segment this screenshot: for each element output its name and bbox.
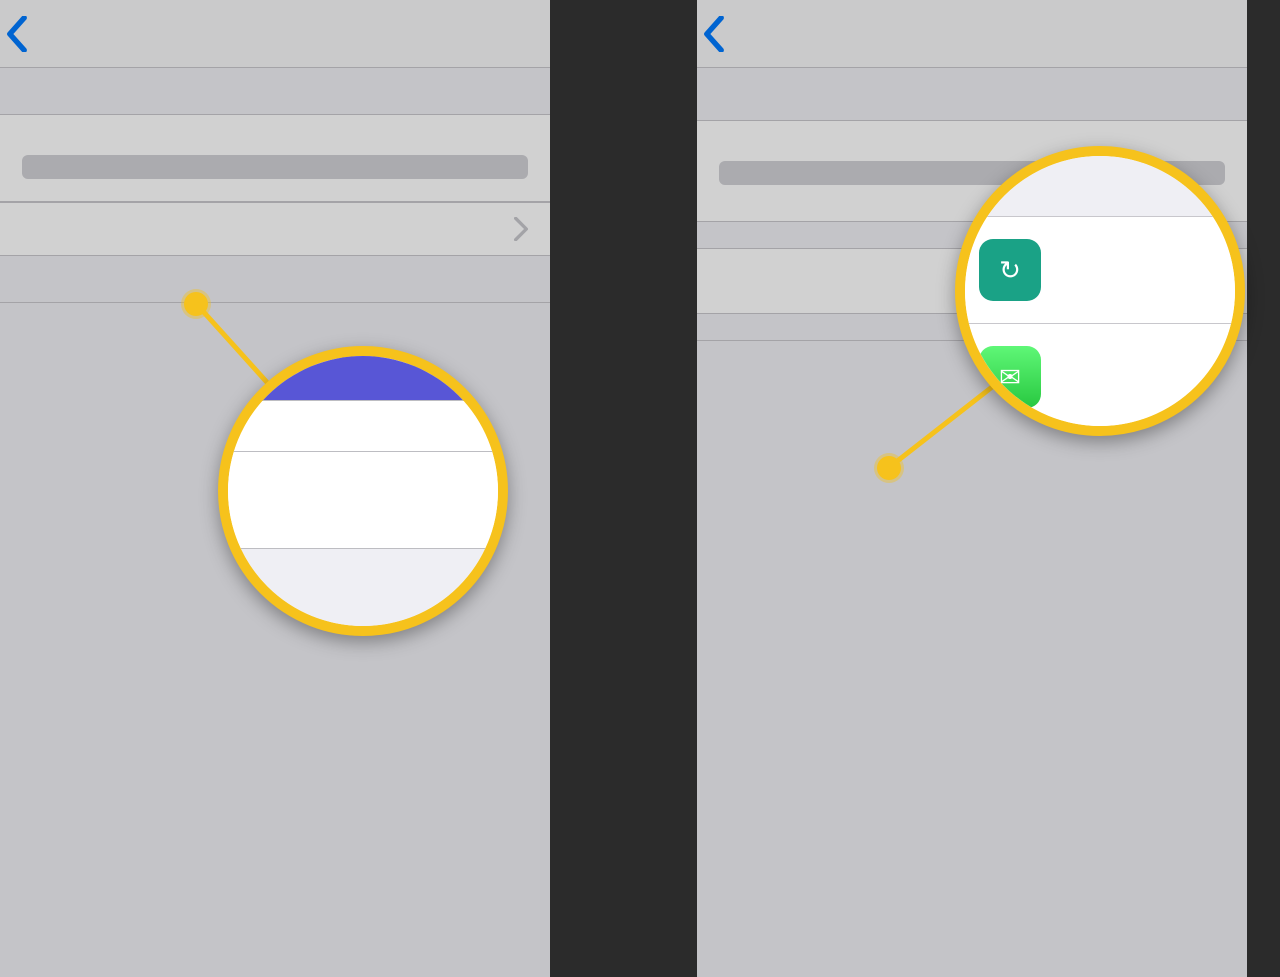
apps-using-icloud-list — [0, 302, 550, 303]
chevron-right-icon — [1211, 269, 1225, 293]
icloud-settings-screen — [0, 0, 550, 977]
chevron-left-icon — [6, 16, 28, 52]
section-header-apps — [0, 256, 550, 302]
manage-storage-row[interactable] — [0, 202, 550, 256]
icloud-storage-screen — [697, 0, 1247, 977]
change-storage-plan-row[interactable] — [697, 248, 1247, 314]
back-button[interactable] — [697, 16, 729, 52]
storage-items-list — [697, 340, 1247, 341]
storage-summary — [697, 120, 1247, 222]
storage-summary — [0, 114, 550, 202]
storage-bar — [719, 161, 1225, 185]
chevron-right-icon — [514, 217, 528, 241]
section-header-storage — [0, 68, 550, 114]
navbar — [697, 0, 1247, 68]
navbar — [0, 0, 550, 68]
chevron-left-icon — [703, 16, 725, 52]
storage-bar — [22, 155, 528, 179]
back-button[interactable] — [0, 16, 32, 52]
